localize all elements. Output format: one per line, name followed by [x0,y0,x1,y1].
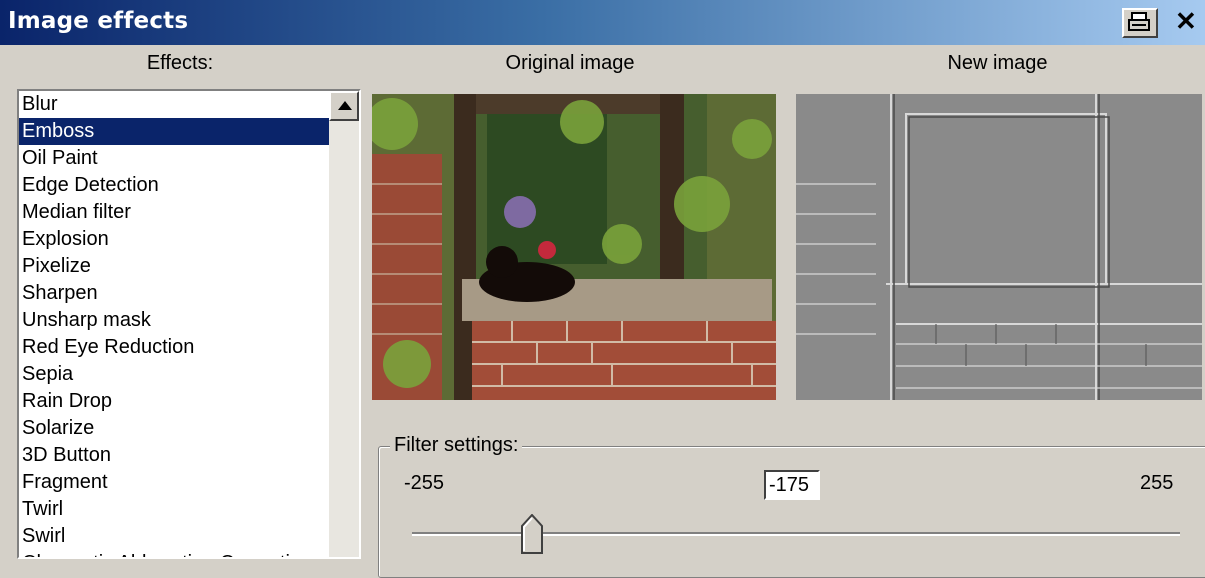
effect-item[interactable]: Pixelize [19,253,329,280]
effect-item[interactable]: Oil Paint [19,145,329,172]
slider-max-label: 255 [1140,472,1174,494]
original-image [372,94,776,400]
effect-item[interactable]: Twirl [19,496,329,523]
filter-value-input[interactable] [764,470,820,500]
window-title: Image effects [8,8,189,34]
effect-item[interactable]: Explosion [19,226,329,253]
filter-slider-thumb[interactable] [521,514,544,554]
print-icon [1128,12,1150,31]
effect-item[interactable]: 3D Button [19,442,329,469]
new-image [796,94,1202,400]
effect-item[interactable]: Fragment [19,469,329,496]
effect-item[interactable]: Blur [19,91,329,118]
original-image-header: Original image [505,52,635,74]
print-button[interactable] [1122,8,1158,38]
effect-item[interactable]: Emboss [19,118,329,145]
filter-settings-group [378,446,1205,578]
effect-item[interactable]: Chromatic Abberation Correction [19,550,329,557]
slider-min-label: -255 [404,472,445,494]
close-button[interactable]: ✕ [1165,6,1201,38]
effect-item[interactable]: Solarize [19,415,329,442]
effect-item[interactable]: Median filter [19,199,329,226]
close-icon: ✕ [1175,6,1197,36]
effect-item[interactable]: Swirl [19,523,329,550]
effect-item[interactable]: Sepia [19,361,329,388]
title-bar: Image effects ✕ [0,0,1205,45]
new-image-header: New image [947,52,1048,74]
effects-list-items: Blur Emboss Oil Paint Edge Detection Median … [19,91,329,557]
effect-item[interactable]: Sharpen [19,280,329,307]
effects-header: Effects: [146,52,214,74]
filter-settings-label: Filter settings: [390,434,523,457]
effect-item[interactable]: Red Eye Reduction [19,334,329,361]
effect-item[interactable]: Edge Detection [19,172,329,199]
effects-scrollbar[interactable] [329,91,359,557]
effect-item[interactable]: Rain Drop [19,388,329,415]
effects-list[interactable]: Blur Emboss Oil Paint Edge Detection Median … [17,89,361,559]
effect-item[interactable]: Unsharp mask [19,307,329,334]
scroll-up-arrow-icon[interactable] [329,91,359,121]
